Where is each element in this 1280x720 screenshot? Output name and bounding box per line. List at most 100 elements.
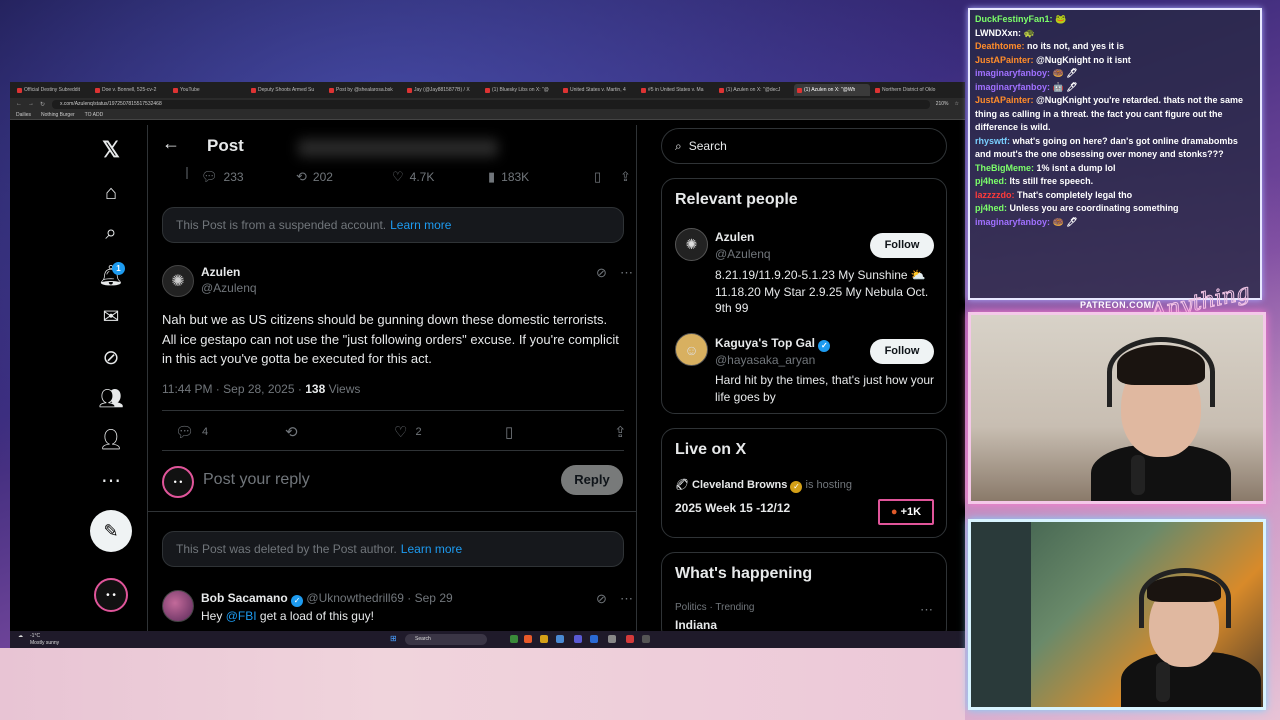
messages-envelope-icon[interactable]: ✉ — [98, 303, 124, 329]
steam-icon[interactable] — [590, 635, 598, 643]
browser-tab[interactable]: (1) Azulen on X: "@decJ — [716, 84, 792, 96]
grok-explain-icon[interactable]: ⊘ — [596, 265, 607, 281]
reply-input[interactable]: Post your reply — [203, 471, 310, 489]
browser-tab[interactable]: Deputy Shoots Armed Su — [248, 84, 324, 96]
chat-username[interactable]: pj4hed: — [975, 176, 1007, 186]
reply-author-name[interactable]: Bob Sacamano — [201, 591, 288, 605]
taskbar-search[interactable]: Search — [405, 634, 487, 645]
repost-action[interactable]: ⟲ — [285, 423, 298, 441]
app-icon[interactable] — [608, 635, 616, 643]
firefox-icon[interactable] — [524, 635, 532, 643]
reply-date[interactable]: · Sep 29 — [407, 591, 452, 605]
post-author-avatar[interactable]: ✺ — [162, 265, 194, 297]
reply-more-icon[interactable]: ⋯ — [620, 591, 633, 607]
browser-tab[interactable]: (1) Azulen on X: "@Wh — [794, 84, 870, 96]
bookmark-nothing-burger[interactable]: Nothing Burger — [41, 112, 75, 118]
suspended-notice-text: This Post is from a suspended account. — [176, 218, 387, 232]
chat-username[interactable]: JustAPainter: — [975, 95, 1034, 105]
chat-username[interactable]: imaginaryfanboy: — [975, 82, 1050, 92]
browser-tab[interactable]: Post by @shealarosa.bsk — [326, 84, 402, 96]
zoom-level[interactable]: 210% — [936, 101, 949, 107]
app-icon[interactable] — [510, 635, 518, 643]
post-more-icon[interactable]: ⋯ — [620, 265, 633, 281]
chat-username[interactable]: rhyswtf: — [975, 136, 1010, 146]
parent-reposts[interactable]: ⟲ 202 — [296, 169, 333, 185]
person-avatar[interactable]: ✺ — [675, 228, 708, 261]
chat-username[interactable]: pj4hed: — [975, 203, 1007, 213]
bookmark-star-icon[interactable]: ☆ — [955, 101, 959, 107]
more-options-icon[interactable]: ⋯ — [98, 467, 124, 493]
home-icon[interactable]: ⌂ — [98, 180, 124, 206]
suspended-learn-more-link[interactable]: Learn more — [390, 218, 451, 232]
chat-username[interactable]: DuckFestinyFan1: — [975, 14, 1053, 24]
reply-action[interactable]: 💬︎ 4 — [175, 423, 208, 441]
person-handle[interactable]: @Azulenq — [715, 247, 771, 261]
start-button-icon[interactable]: ⊞ — [390, 634, 397, 643]
reply-author-avatar[interactable] — [162, 590, 194, 622]
post-header: ← Post — [148, 125, 636, 165]
bookmark-action[interactable]: ▯ — [505, 423, 513, 441]
chrome-icon[interactable] — [626, 635, 634, 643]
bookmark-dailies[interactable]: Dailies — [16, 112, 31, 118]
browser-tab[interactable]: Doe v. Bonnell, 525-cv-2 — [92, 84, 168, 96]
chat-message: JustAPainter: @NugKnight you're retarded… — [975, 94, 1255, 135]
post-timestamp[interactable]: 11:44 PM · Sep 28, 2025 · — [162, 382, 302, 396]
reply-author-handle[interactable]: @Uknowthedrill69 — [306, 591, 404, 605]
person-avatar[interactable]: ☺ — [675, 333, 708, 366]
person-handle[interactable]: @hayasaka_aryan — [715, 353, 815, 367]
reload-icon[interactable]: ↻ — [40, 101, 46, 108]
file-explorer-icon[interactable] — [540, 635, 548, 643]
url-field[interactable]: x.com/Azulenq/status/1972507815517532468 — [52, 99, 930, 109]
back-arrow-icon[interactable]: ← — [162, 133, 180, 154]
chat-username[interactable]: Deathtome: — [975, 41, 1025, 51]
parent-share[interactable]: ⇪ — [620, 169, 631, 185]
profile-icon[interactable]: 👤︎ — [98, 426, 124, 452]
post-author-handle[interactable]: @Azulenq — [201, 281, 257, 295]
compose-post-button[interactable]: ✎ — [90, 510, 132, 552]
app-icon[interactable] — [642, 635, 650, 643]
x-logo-icon[interactable]: 𝕏 — [98, 137, 124, 163]
discord-icon[interactable] — [574, 635, 582, 643]
forward-nav-icon[interactable]: → — [28, 101, 34, 107]
grok-icon[interactable]: ⊘ — [98, 344, 124, 370]
browser-tab[interactable]: Official Destiny Subreddit — [14, 84, 90, 96]
browser-tab[interactable]: YouTube — [170, 84, 246, 96]
trend-name[interactable]: Indiana — [675, 618, 717, 632]
follow-button[interactable]: Follow — [870, 339, 934, 364]
browser-tab[interactable]: #5 in United States v. Ma — [638, 84, 714, 96]
chat-username[interactable]: lazzzzdo: — [975, 190, 1015, 200]
chat-username[interactable]: JustAPainter: — [975, 55, 1034, 65]
reply-button[interactable]: Reply — [561, 465, 623, 495]
back-nav-icon[interactable]: ← — [16, 101, 22, 107]
app-icon[interactable] — [556, 635, 564, 643]
person-name[interactable]: Azulen — [715, 230, 754, 244]
like-action[interactable]: ♡ 2 — [394, 423, 422, 441]
person-name-row[interactable]: Kaguya's Top Gal ✓ — [715, 336, 831, 352]
browser-tab[interactable]: United States v. Martin, 4 — [560, 84, 636, 96]
chat-username[interactable]: LWNDXxn: — [975, 28, 1021, 38]
parent-likes[interactable]: ♡ 4.7K — [392, 169, 434, 185]
chat-username[interactable]: TheBigMeme: — [975, 163, 1034, 173]
follow-button[interactable]: Follow — [870, 233, 934, 258]
grok-explain-icon[interactable]: ⊘ — [596, 591, 607, 607]
mention-link[interactable]: @FBI — [226, 609, 257, 623]
trend-more-icon[interactable]: ⋯ — [920, 602, 933, 618]
search-input[interactable]: ⌕ Search — [661, 128, 947, 164]
parent-views[interactable]: ▮ 183K — [488, 169, 529, 185]
account-avatar[interactable]: • • — [94, 578, 128, 612]
weather-icon[interactable]: ☁ — [18, 633, 23, 639]
post-author-name[interactable]: Azulen — [201, 265, 240, 279]
bookmark-to-add[interactable]: TO ADD — [85, 112, 104, 118]
browser-tab[interactable]: (1) Bluesky Libs on X: "@ — [482, 84, 558, 96]
parent-bookmark[interactable]: ▯ — [594, 169, 601, 185]
live-on-x-card[interactable]: Live on X 🏈︎ Cleveland Browns ✓ is hosti… — [661, 428, 947, 538]
chat-username[interactable]: imaginaryfanboy: — [975, 68, 1050, 78]
browser-tab[interactable]: Northern District of Oklo — [872, 84, 948, 96]
deleted-learn-more-link[interactable]: Learn more — [401, 542, 462, 556]
browser-tab[interactable]: Jay (@Jay8815877B) / X — [404, 84, 480, 96]
parent-replies[interactable]: 💬︎ 233 — [201, 169, 244, 185]
share-action[interactable]: ⇪ — [614, 423, 627, 441]
communities-icon[interactable]: 👥︎ — [98, 385, 124, 411]
search-icon[interactable]: ⌕ — [98, 220, 124, 246]
chat-username[interactable]: imaginaryfanboy: — [975, 217, 1050, 227]
